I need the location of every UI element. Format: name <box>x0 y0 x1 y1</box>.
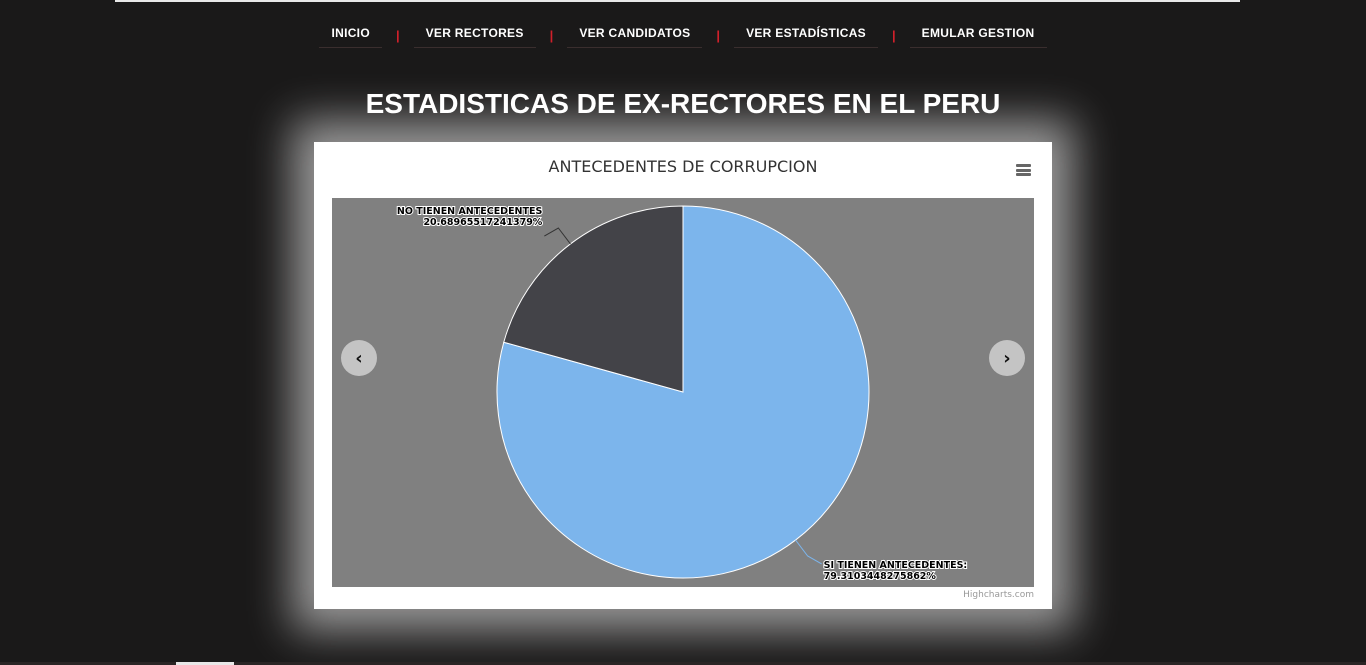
nav-separator: | <box>549 27 554 43</box>
chevron-left-icon: ‹ <box>355 347 363 369</box>
pie-label-connector-1 <box>544 227 571 245</box>
pie-chart: SI TIENEN ANTECEDENTES: 79.3103448275862%… <box>396 205 968 583</box>
chevron-right-icon: › <box>1003 347 1011 369</box>
nav-item-ver-candidatos[interactable]: VER CANDIDATOS <box>567 22 703 48</box>
hamburger-menu-icon[interactable] <box>1016 164 1031 176</box>
pie-label-connector-0 <box>795 539 822 565</box>
page-title: ESTADISTICAS DE EX-RECTORES EN EL PERU <box>365 88 1001 119</box>
pie-data-label-0: SI TIENEN ANTECEDENTES: 79.3103448275862% <box>824 560 968 582</box>
carousel-next-button[interactable]: › <box>989 340 1025 376</box>
chart-plot-area: SI TIENEN ANTECEDENTES: 79.3103448275862%… <box>332 198 1034 587</box>
chart-card: ANTECEDENTES DE CORRUPCION SI TIENEN ANT… <box>314 142 1052 609</box>
nav-item-ver-estadisticas[interactable]: VER ESTADÍSTICAS <box>734 22 878 48</box>
nav-item-emular-gestion[interactable]: EMULAR GESTION <box>909 22 1047 48</box>
nav-separator: | <box>892 27 896 43</box>
top-accent-bar <box>115 0 1240 2</box>
nav-separator: | <box>395 27 400 43</box>
nav-item-ver-rectores[interactable]: VER RECTORES <box>413 22 536 48</box>
chart-credits-link[interactable]: Highcharts.com <box>963 590 1034 600</box>
nav-item-inicio[interactable]: INICIO <box>319 22 382 48</box>
pie-data-label-1: NO TIENEN ANTECEDENTES 20.68965517241379% <box>397 206 543 228</box>
chart-title: ANTECEDENTES DE CORRUPCION <box>548 157 818 176</box>
carousel-prev-button[interactable]: ‹ <box>341 340 377 376</box>
main-nav: INICIO | VER RECTORES | VER CANDIDATOS |… <box>0 22 1366 48</box>
nav-separator: | <box>716 27 721 43</box>
